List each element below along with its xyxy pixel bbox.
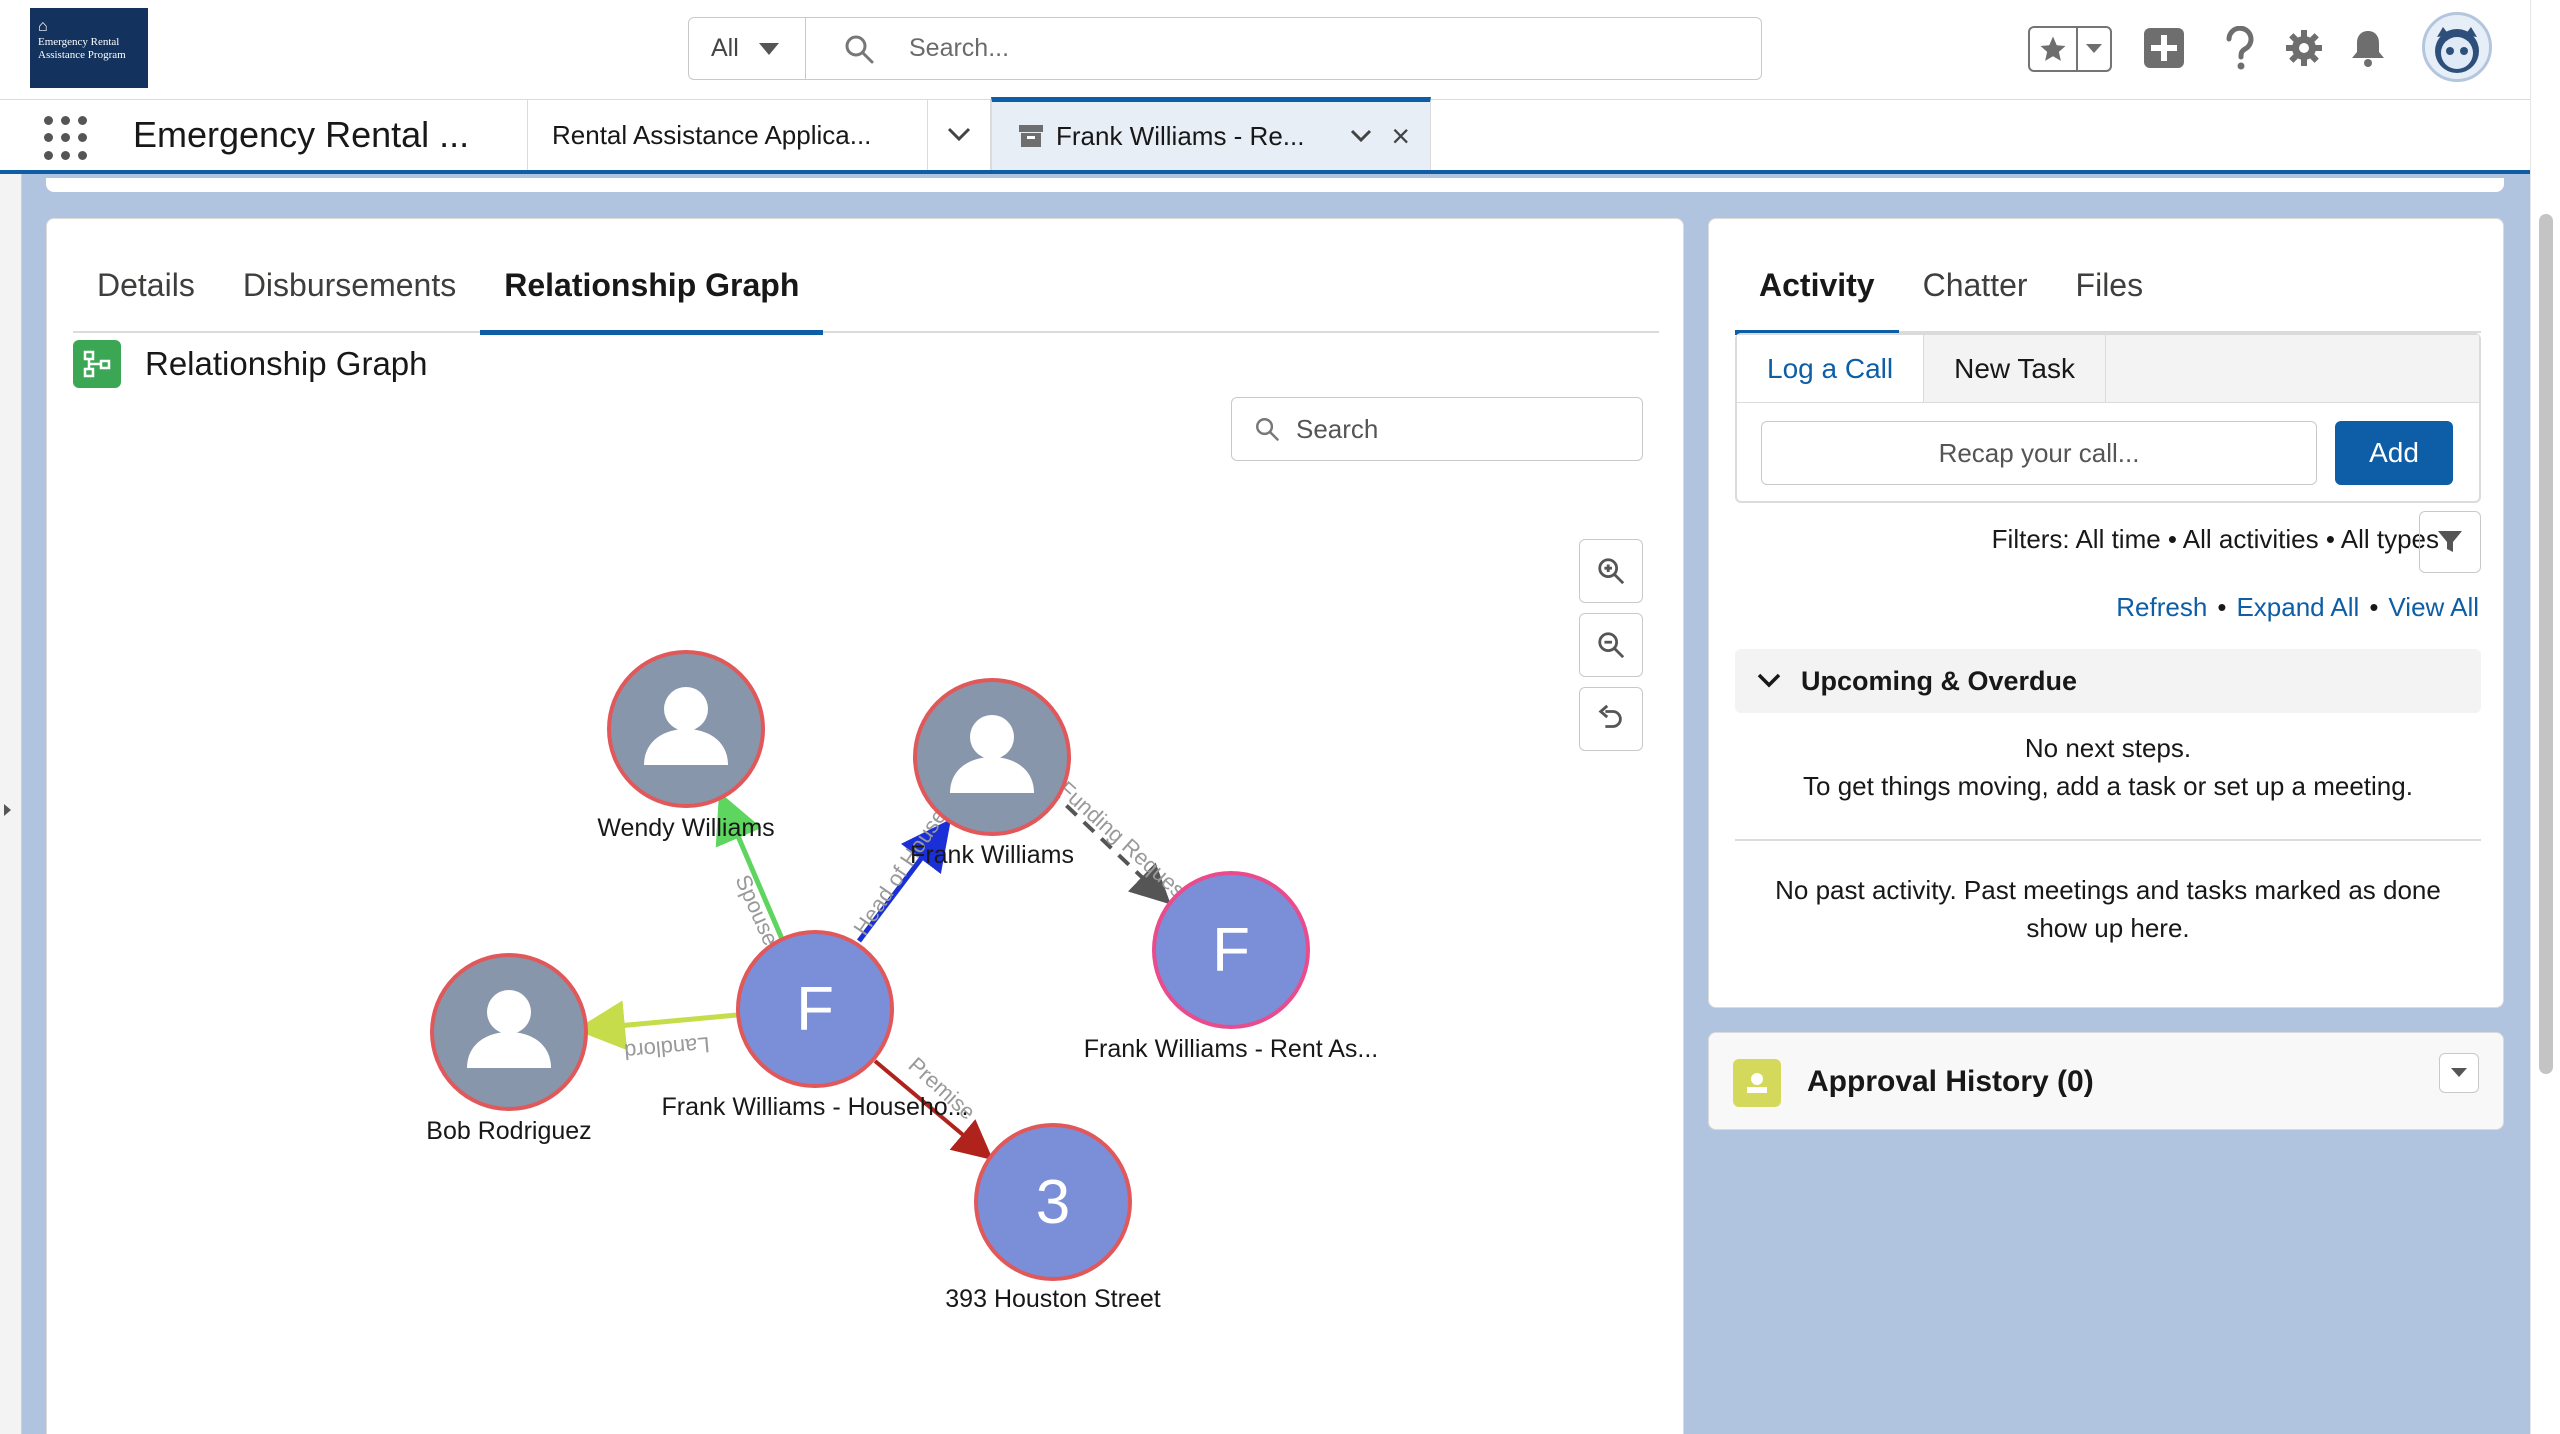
filter-button[interactable] [2419, 511, 2481, 573]
no-next-steps-message: No next steps. To get things moving, add… [1735, 729, 2481, 805]
activity-filters-text: Filters: All time • All activities • All… [1991, 523, 2439, 554]
star-icon[interactable] [2030, 28, 2078, 70]
help-icon[interactable] [2216, 24, 2264, 72]
separator: • [2369, 591, 2379, 622]
graph-node-premise[interactable]: 3 393 Houston Street [945, 1123, 1161, 1313]
graph-node-wendy[interactable]: Wendy Williams [597, 650, 775, 842]
logo-text: Emergency Rental Assistance Program [38, 36, 126, 61]
house-icon: ⌂ [38, 18, 48, 35]
activity-card: Activity Chatter Files Log a Call New Ta… [1708, 218, 2504, 1008]
relationship-graph-canvas[interactable]: Spouse Head of Household Funding Request… [47, 219, 1685, 1434]
add-button[interactable]: Add [2335, 421, 2453, 485]
gear-icon[interactable] [2280, 24, 2328, 72]
divider [1735, 839, 2481, 841]
nav-tab-label: Rental Assistance Applica... [552, 119, 872, 150]
search-scope-select[interactable]: All [689, 18, 806, 79]
user-avatar[interactable] [2422, 12, 2492, 82]
nav-tab-label: Frank Williams - Re... [1056, 120, 1305, 151]
app-logo[interactable]: ⌂ Emergency Rental Assistance Program [30, 8, 148, 88]
global-header: ⌂ Emergency Rental Assistance Program Al… [0, 0, 2530, 100]
record-icon [1019, 125, 1043, 147]
close-icon[interactable]: × [1391, 118, 1410, 155]
app-navbar: Emergency Rental ... Rental Assistance A… [0, 97, 2530, 174]
nav-tab-rental-assistance[interactable]: Rental Assistance Applica... [527, 100, 927, 170]
expand-panel-icon[interactable] [4, 804, 11, 816]
record-main-card: Details Disbursements Relationship Graph… [46, 218, 1684, 1434]
graph-edge-label-landlord: Landlord [623, 1032, 710, 1064]
graph-node-label: Frank Williams - Househo... [661, 1093, 968, 1121]
recap-call-input[interactable]: Recap your call... [1761, 421, 2317, 485]
upcoming-overdue-section[interactable]: Upcoming & Overdue [1735, 649, 2481, 713]
approval-actions-button[interactable] [2439, 1053, 2479, 1093]
add-icon[interactable] [2140, 24, 2188, 72]
composer-tabs: Log a Call New Task [1737, 335, 2479, 403]
caret-down-icon [758, 42, 779, 55]
tab-files[interactable]: Files [2052, 237, 2168, 333]
scrollbar-thumb[interactable] [2539, 214, 2553, 1074]
search-scope-label: All [711, 34, 739, 62]
graph-node-label: 393 Houston Street [945, 1285, 1160, 1313]
approval-history-title[interactable]: Approval History (0) [1807, 1033, 2094, 1131]
graph-node-label: Frank Williams - Rent As... [1084, 1035, 1379, 1063]
app-launcher-icon[interactable] [44, 116, 88, 160]
graph-node-label: Bob Rodriguez [426, 1117, 591, 1145]
no-past-line2: show up here. [2026, 913, 2190, 943]
chevron-down-icon [947, 127, 971, 142]
filter-icon [2438, 531, 2462, 552]
nav-tab-frank-williams[interactable]: Frank Williams - Re... × [991, 97, 1431, 170]
caret-down-icon [2451, 1068, 2467, 1077]
separator: • [2217, 591, 2227, 622]
graph-node-household[interactable]: F Frank Williams - Househo... [661, 930, 969, 1121]
tab-activity[interactable]: Activity [1735, 237, 1899, 335]
no-past-line1: No past activity. Past meetings and task… [1775, 875, 2441, 905]
tab-new-task[interactable]: New Task [1924, 335, 2106, 402]
graph-edge-landlord[interactable] [575, 1000, 738, 1051]
activity-links: Refresh • Expand All • View All [2116, 587, 2479, 627]
chevron-down-icon[interactable] [2078, 28, 2110, 70]
search-input[interactable]: Search... [909, 18, 1009, 79]
no-past-activity-message: No past activity. Past meetings and task… [1735, 871, 2481, 947]
approval-icon [1733, 1059, 1781, 1107]
graph-edge-label-funding-request: Funding Request [1054, 776, 1195, 907]
upcoming-overdue-title: Upcoming & Overdue [1801, 665, 2078, 696]
app-name: Emergency Rental ... [133, 114, 470, 155]
favorites-button-group [2028, 26, 2112, 72]
tab-log-a-call[interactable]: Log a Call [1737, 335, 1925, 402]
graph-node-label: Wendy Williams [597, 814, 774, 842]
graph-node-letter: F [796, 975, 834, 1044]
graph-edge-label-spouse: Spouse [730, 871, 783, 949]
graph-node-label: Frank Williams [910, 841, 1074, 869]
graph-node-frank-williams-rent[interactable]: F Frank Williams - Rent As... [1084, 871, 1379, 1063]
graph-node-letter: F [1212, 916, 1250, 985]
refresh-link[interactable]: Refresh [2116, 592, 2207, 623]
tab-chatter[interactable]: Chatter [1899, 237, 2052, 333]
highlights-panel-edge [46, 178, 2504, 192]
graph-node-letter: 3 [1036, 1168, 1070, 1237]
approval-history-card: Approval History (0) [1708, 1032, 2504, 1130]
chevron-down-icon [1757, 673, 1781, 688]
global-search[interactable]: All Search... [688, 17, 1762, 80]
no-next-steps-line1: No next steps. [2024, 733, 2192, 763]
graph-node-frank-williams[interactable]: Frank Williams [910, 678, 1074, 869]
nav-tab-dropdown[interactable] [927, 100, 991, 170]
no-next-steps-line2: To get things moving, add a task or set … [1803, 771, 2413, 801]
activity-tabs: Activity Chatter Files [1735, 237, 2481, 335]
expand-all-link[interactable]: Expand All [2236, 592, 2359, 623]
graph-node-bob-rodriguez[interactable]: Bob Rodriguez [426, 953, 592, 1145]
search-icon [843, 33, 875, 70]
view-all-link[interactable]: View All [2388, 592, 2479, 623]
chevron-down-icon[interactable] [1350, 129, 1372, 143]
page-scrollbar[interactable] [2530, 0, 2560, 1434]
bell-icon[interactable] [2344, 24, 2392, 72]
activity-composer: Log a Call New Task Recap your call... A… [1735, 333, 2481, 503]
